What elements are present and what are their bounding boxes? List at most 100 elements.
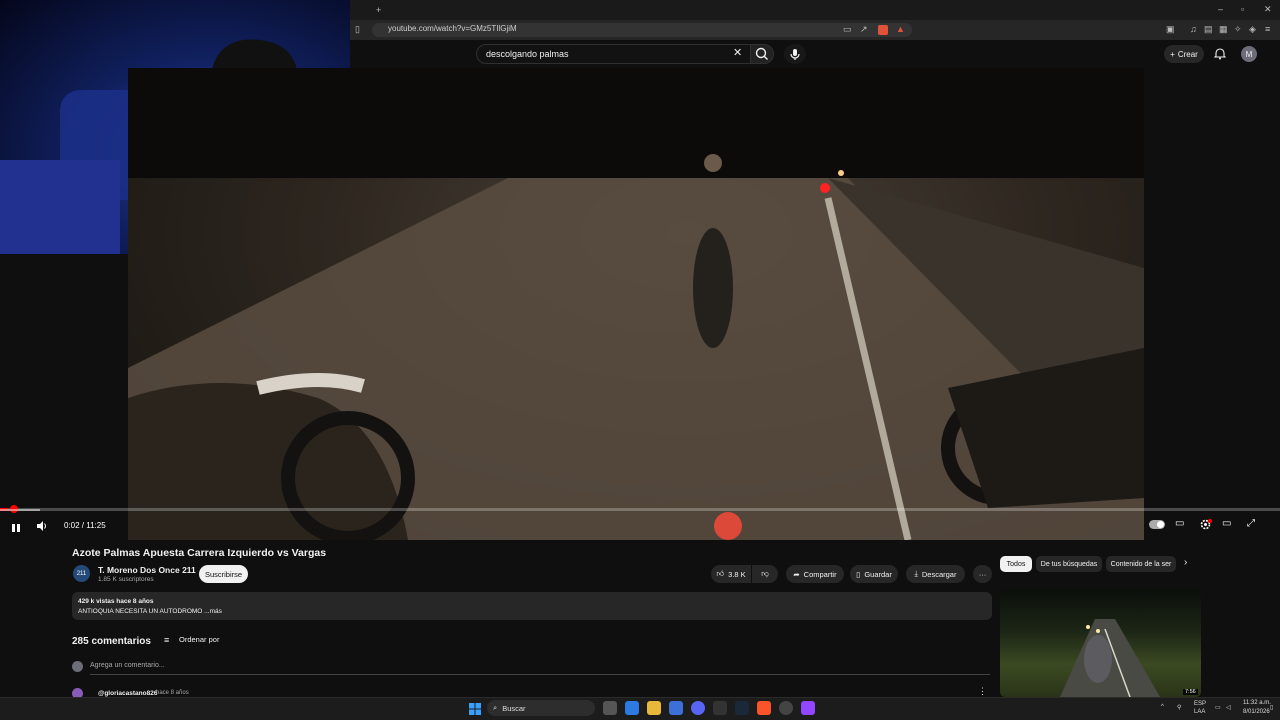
taskbar-search[interactable]: ⌕ Buscar bbox=[487, 700, 595, 716]
chevron-right-icon[interactable]: › bbox=[1184, 557, 1187, 568]
save-button[interactable]: ▯ Guardar bbox=[850, 565, 898, 583]
vpn-icon[interactable]: ◈ bbox=[1249, 25, 1256, 34]
thumbnail-duration: 7:56 bbox=[1183, 689, 1198, 695]
description-box[interactable] bbox=[72, 592, 992, 620]
create-button[interactable]: + Crear bbox=[1164, 45, 1204, 63]
plus-icon: + bbox=[1170, 49, 1175, 59]
search-button[interactable] bbox=[750, 44, 774, 64]
create-label: Crear bbox=[1177, 49, 1198, 59]
discord-icon[interactable] bbox=[691, 701, 705, 715]
search-icon bbox=[755, 47, 768, 60]
more-actions-button[interactable]: ··· bbox=[973, 565, 992, 583]
search-input-value: descolgando palmas bbox=[486, 49, 569, 59]
restore-icon[interactable]: ▫ bbox=[1241, 5, 1244, 14]
voice-search-button[interactable] bbox=[784, 44, 806, 64]
notifications-bell-icon[interactable] bbox=[1213, 47, 1227, 65]
pause-button[interactable] bbox=[11, 520, 21, 538]
clock-date[interactable]: 8/01/2026 bbox=[1243, 709, 1270, 715]
subscriber-count: 1.85 K suscriptores bbox=[98, 576, 154, 583]
commenter-name[interactable]: @gloriacastano826 bbox=[98, 690, 157, 697]
task-view-icon[interactable] bbox=[603, 701, 617, 715]
description-text[interactable]: ANTIOQUIA NECESITA UN AUTODROMO ...más bbox=[78, 608, 222, 615]
add-comment-input[interactable]: Agrega un comentario... bbox=[90, 662, 165, 669]
sidebar-toggle-icon[interactable]: ▣ bbox=[1166, 25, 1175, 34]
app-icon[interactable] bbox=[713, 701, 727, 715]
file-explorer-icon[interactable] bbox=[647, 701, 661, 715]
windows-start-icon[interactable] bbox=[469, 702, 481, 720]
chip-all[interactable]: Todos bbox=[1000, 556, 1032, 572]
install-icon[interactable]: ▭ bbox=[843, 25, 852, 34]
reader-icon[interactable]: ▤ bbox=[1204, 25, 1213, 34]
download-button[interactable]: ⤓ Descargar bbox=[906, 565, 965, 583]
seek-bar[interactable] bbox=[0, 508, 1280, 511]
steam-icon[interactable] bbox=[735, 701, 749, 715]
sort-button[interactable]: Ordenar por bbox=[179, 635, 219, 644]
language-bottom[interactable]: LAA bbox=[1194, 709, 1205, 715]
extensions-icon[interactable]: ✧ bbox=[1234, 25, 1242, 34]
brave-browser-icon[interactable] bbox=[757, 701, 771, 715]
chip-related-content[interactable]: Contenido de la ser bbox=[1106, 556, 1176, 572]
download-label: Descargar bbox=[921, 569, 957, 579]
store-icon[interactable] bbox=[669, 701, 683, 715]
browser-tab-bar bbox=[350, 0, 1280, 20]
share-page-icon[interactable]: ↗ bbox=[860, 25, 868, 34]
thumbnail-scene bbox=[1060, 619, 1160, 697]
clear-search-icon[interactable]: ✕ bbox=[733, 48, 742, 59]
video-player[interactable] bbox=[128, 68, 1144, 540]
wifi-tray-icon[interactable]: ⚲ bbox=[1177, 704, 1181, 711]
network-icon[interactable]: ▭ bbox=[1215, 704, 1221, 711]
dislike-button[interactable]: 👎︎ bbox=[752, 565, 778, 583]
download-icon: ⤓ bbox=[914, 569, 918, 578]
subtitles-icon[interactable]: ▭ bbox=[1175, 518, 1184, 529]
views-and-date: 429 k vistas hace 8 años bbox=[78, 598, 154, 605]
theater-mode-icon[interactable]: ▭ bbox=[1222, 518, 1231, 529]
twitch-icon[interactable] bbox=[801, 701, 815, 715]
autoplay-toggle-knob bbox=[1157, 521, 1164, 528]
my-avatar bbox=[72, 661, 83, 672]
microphone-icon bbox=[790, 49, 800, 60]
media-icon[interactable]: ♫ bbox=[1190, 25, 1197, 34]
share-label: Compartir bbox=[803, 569, 837, 579]
bookmark-icon[interactable]: ▯ bbox=[355, 25, 360, 34]
thumbs-down-icon: 👎︎ bbox=[761, 569, 769, 578]
player-time: 0:02 / 11:25 bbox=[64, 521, 106, 530]
recommended-video-thumbnail[interactable] bbox=[1000, 589, 1201, 697]
speaker-icon[interactable]: ◁ bbox=[1226, 704, 1231, 711]
fullscreen-icon[interactable]: ⤢ bbox=[1247, 518, 1255, 529]
minimize-icon[interactable]: – bbox=[1218, 5, 1223, 14]
close-window-icon[interactable]: ✕ bbox=[1264, 5, 1272, 14]
tray-overflow-icon[interactable]: ^ bbox=[1161, 704, 1164, 710]
video-frame bbox=[128, 68, 1144, 540]
comment-time: hace 8 años bbox=[156, 690, 189, 696]
volume-button[interactable] bbox=[36, 519, 48, 537]
settings-button[interactable] bbox=[1199, 518, 1212, 536]
share-button[interactable]: ➦ Compartir bbox=[786, 565, 844, 583]
new-tab-icon[interactable]: + bbox=[376, 6, 381, 15]
rewards-icon[interactable]: ▲ bbox=[896, 25, 905, 34]
obs-icon[interactable] bbox=[779, 701, 793, 715]
clock-time[interactable]: 11:32 a.m. bbox=[1243, 700, 1271, 706]
gear-icon bbox=[1200, 519, 1212, 530]
more-horizontal-icon: ··· bbox=[978, 569, 987, 579]
brave-shield-icon[interactable] bbox=[878, 25, 888, 35]
menu-icon[interactable]: ≡ bbox=[1265, 25, 1270, 34]
bookmark-save-icon: ▯ bbox=[856, 569, 861, 579]
volume-icon bbox=[37, 521, 46, 531]
subscribe-button[interactable]: Suscribirse bbox=[199, 565, 248, 583]
channel-avatar[interactable]: 211 bbox=[73, 565, 90, 582]
like-button[interactable]: 👍︎ 3.8 K bbox=[711, 565, 751, 583]
notification-center-icon[interactable]: ▯ bbox=[1270, 704, 1273, 711]
language-top[interactable]: ESP bbox=[1194, 701, 1206, 707]
thumbs-up-icon: 👍︎ bbox=[716, 569, 725, 578]
pause-icon bbox=[12, 524, 20, 532]
seek-bar-buffer bbox=[0, 509, 40, 511]
comment-menu-icon[interactable]: ⋮ bbox=[978, 686, 987, 697]
sort-icon: ≡ bbox=[164, 635, 170, 645]
comment-input-underline bbox=[90, 674, 990, 675]
channel-name[interactable]: T. Moreno Dos Once 211 bbox=[98, 565, 196, 575]
copilot-icon[interactable] bbox=[625, 701, 639, 715]
wallet-icon[interactable]: ▦ bbox=[1219, 25, 1228, 34]
taskbar-search-icon: ⌕ bbox=[493, 703, 498, 712]
account-avatar[interactable]: M bbox=[1241, 46, 1257, 62]
chip-from-searches[interactable]: De tus búsquedas bbox=[1036, 556, 1102, 572]
